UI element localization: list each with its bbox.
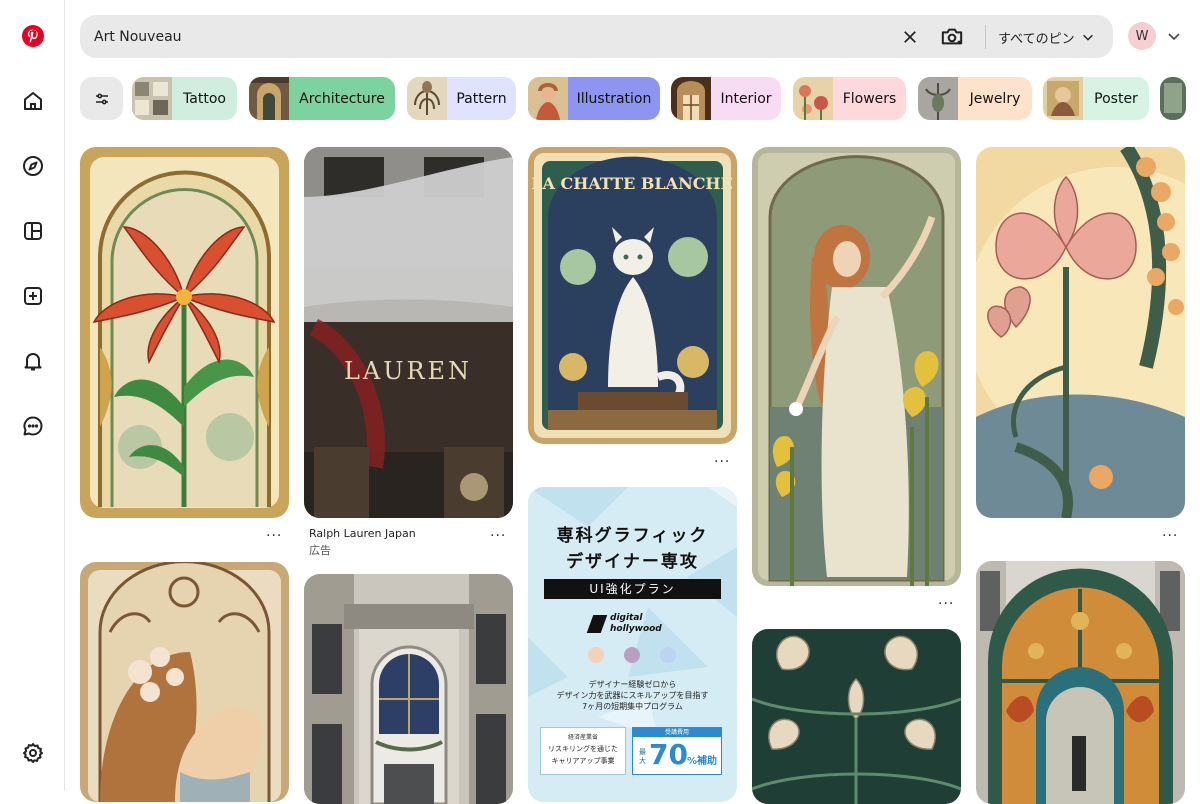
pin-filter-dropdown[interactable]: すべてのピン (998, 25, 1095, 49)
chip-flowers[interactable]: Flowers (793, 77, 906, 120)
chip-label: Architecture (299, 90, 385, 107)
chip-label: Interior (720, 90, 772, 107)
pinterest-logo-icon[interactable] (0, 12, 65, 60)
poster-title: LA CHATTE BLANCHE (531, 174, 733, 193)
chip-interior-thumbnail (671, 77, 711, 120)
chip-partial-thumbnail (1160, 77, 1186, 120)
ad-logo-line-2: hollywood (610, 624, 662, 634)
visual-search-camera-icon[interactable] (938, 24, 966, 50)
chip-illustration[interactable]: Illustration (528, 77, 660, 120)
box-right-prefix: 最大 (639, 748, 646, 765)
filter-settings-button[interactable] (80, 77, 123, 120)
box-right-number: 70 (649, 738, 688, 771)
chip-label: Flowers (842, 90, 897, 107)
chip-poster[interactable]: Poster (1043, 77, 1149, 120)
create-plus-icon[interactable] (0, 272, 65, 320)
chevron-down-icon (1082, 34, 1093, 41)
chip-tattoo[interactable]: Tattoo (132, 77, 237, 120)
boards-icon[interactable] (0, 207, 65, 255)
clear-search-icon[interactable] (898, 25, 922, 49)
dot-blue (660, 647, 676, 663)
ad-label: 広告 (309, 544, 331, 557)
pin-woman-profile-illustration[interactable] (80, 562, 289, 802)
pin-more-options-icon[interactable]: ··· (1162, 528, 1178, 544)
pin-art-nouveau-building[interactable] (304, 574, 513, 804)
home-icon[interactable] (0, 77, 65, 125)
chip-pattern[interactable]: Pattern (407, 77, 516, 120)
box-right-header: 受講費用 (633, 728, 721, 737)
dot-mauve (624, 647, 640, 663)
ad-description-3: 7ヶ月の短期集中プログラム (582, 702, 683, 711)
chip-partial[interactable] (1160, 77, 1186, 120)
search-divider (985, 25, 986, 49)
box-left-line-3: キャリアアップ事業 (551, 757, 615, 765)
chip-label: Jewelry (969, 90, 1021, 107)
box-left-line-1: 経済産業省 (567, 734, 598, 741)
chip-label: Tattoo (183, 90, 226, 107)
pin-digital-hollywood-ad[interactable]: 専科グラフィック デザイナー専攻 UI強化プラン digital hollywo… (528, 487, 737, 802)
settings-gear-icon[interactable] (0, 729, 65, 777)
ad-description-2: デザイン力を武器にスキルアップを目指す (556, 691, 709, 700)
pin-art-nouveau-doorway[interactable] (976, 561, 1185, 804)
ad-info-box-left: 経済産業省 リスキリングを通じた キャリアアップ事業 (540, 727, 626, 775)
ad-info-box-right: 受講費用 最大 70 %補助 (632, 727, 722, 775)
account-chevron-down-icon[interactable] (1166, 28, 1182, 44)
chip-poster-thumbnail (1043, 77, 1083, 120)
pin-pink-flower-illustration[interactable] (976, 147, 1185, 518)
chip-label: Poster (1094, 90, 1138, 107)
pin-more-options-icon[interactable]: ··· (490, 528, 506, 544)
chip-label: Pattern (456, 90, 507, 107)
explore-compass-icon[interactable] (0, 142, 65, 190)
ad-description-1: デザイナー経験ゼロから (588, 680, 677, 689)
notifications-bell-icon[interactable] (0, 337, 65, 385)
storefront-sign: LAUREN (344, 357, 472, 385)
messages-icon[interactable] (0, 402, 65, 450)
ad-headline-1: 専科グラフィック (556, 526, 709, 546)
sliders-icon (95, 93, 108, 104)
box-right-suffix: %補助 (687, 756, 718, 767)
pin-more-options-icon[interactable]: ··· (266, 528, 282, 544)
pin-woman-with-irises[interactable] (752, 147, 961, 586)
search-bar: すべてのピン (80, 15, 1113, 58)
chip-architecture-thumbnail (249, 77, 289, 120)
ad-color-dots (588, 647, 678, 663)
pin-more-options-icon[interactable]: ··· (714, 454, 730, 470)
chip-illustration-thumbnail (528, 77, 568, 120)
box-left-line-2: リスキリングを通じた (548, 745, 618, 753)
avatar[interactable]: W (1128, 22, 1156, 50)
chip-architecture[interactable]: Architecture (249, 77, 395, 120)
search-input[interactable] (94, 25, 874, 49)
chip-jewelry-thumbnail (918, 77, 958, 120)
dot-peach (588, 647, 604, 663)
sidebar (0, 0, 65, 790)
pin-la-chatte-blanche-poster[interactable]: LA CHATTE BLANCHE (528, 147, 737, 444)
pin-filter-label: すべてのピン (998, 31, 1075, 47)
pin-title[interactable]: Ralph Lauren Japan (309, 527, 416, 540)
pin-floral-pattern[interactable] (752, 629, 961, 804)
pin-ralph-lauren-ad[interactable]: LAUREN (304, 147, 513, 518)
chip-flowers-thumbnail (793, 77, 833, 120)
pin-more-options-icon[interactable]: ··· (938, 596, 954, 612)
chip-interior[interactable]: Interior (671, 77, 781, 120)
pin-lily-illustration[interactable] (80, 147, 289, 518)
ad-logo-line-1: digital (610, 613, 643, 623)
chip-label: Illustration (576, 90, 652, 107)
chip-tattoo-thumbnail (132, 77, 172, 120)
chip-jewelry[interactable]: Jewelry (918, 77, 1032, 120)
ad-badge: UI強化プラン (544, 579, 721, 599)
chip-pattern-thumbnail (407, 77, 447, 120)
ad-headline-2: デザイナー専攻 (566, 552, 699, 572)
avatar-initial: W (1135, 28, 1149, 44)
